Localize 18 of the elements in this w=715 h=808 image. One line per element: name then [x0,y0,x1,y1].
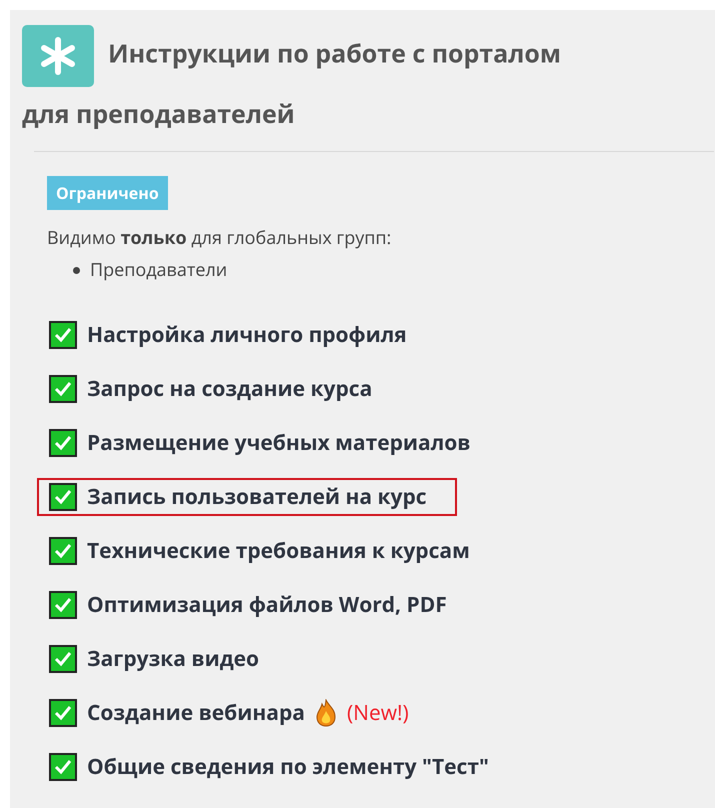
instruction-link[interactable]: Настройка личного профиля [87,321,407,349]
instruction-link[interactable]: Технические требования к курсам [87,537,470,565]
instruction-link[interactable]: Общие сведения по элементу "Тест" [87,753,489,781]
bullet-icon [73,266,80,274]
fire-icon [314,699,337,727]
instruction-link[interactable]: Запись пользователей на курс [87,483,427,511]
instruction-link[interactable]: Размещение учебных материалов [87,429,470,457]
restricted-badge: Ограничено [47,176,168,210]
instruction-link[interactable]: Запрос на создание курса [87,375,372,403]
group-name: Преподаватели [90,258,228,282]
page-title: Инструкции по работе с порталом [108,36,561,71]
instruction-link[interactable]: Загрузка видео [87,645,260,673]
new-label: (New!) [346,699,409,727]
page-title: для преподавателей [22,97,295,131]
instruction-link[interactable]: Создание вебинара [87,699,305,727]
asterisk-icon [22,25,94,87]
visibility-note: Видимо только для глобальных групп: [47,226,392,250]
instruction-link[interactable]: Оптимизация файлов Word, PDF [87,591,447,619]
